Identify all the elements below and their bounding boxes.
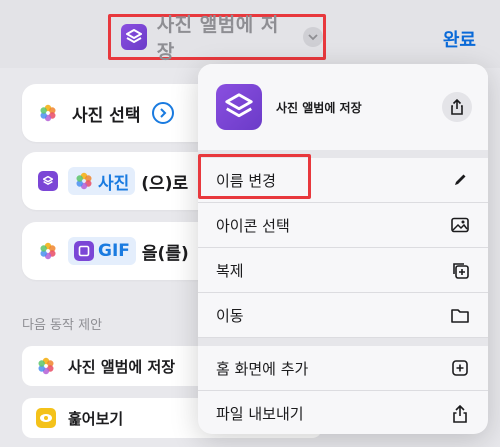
menu-header: 사진 앨범에 저장 (198, 64, 488, 150)
shortcuts-icon (38, 171, 58, 191)
share-icon (450, 404, 470, 424)
context-menu: 사진 앨범에 저장 이름 변경 아이콘 선택 복제 이동 홈 화면에 추가 파일… (198, 64, 488, 434)
photo-icon (450, 215, 470, 235)
suggestion-label: 훑어보기 (68, 409, 124, 428)
action-suffix: 을(를) (141, 243, 189, 264)
suggestions-heading: 다음 동작 제안 (22, 318, 103, 333)
eye-icon (36, 408, 56, 428)
folder-icon (450, 305, 470, 325)
arrow-right-icon[interactable] (152, 102, 175, 124)
shortcuts-icon (216, 84, 262, 130)
menu-divider (198, 338, 488, 346)
editor-header: 사진 앨범에 저장 완료 (0, 0, 500, 68)
rename-highlight (198, 154, 311, 199)
shortcut-title-button[interactable]: 사진 앨범에 저장 (108, 14, 326, 63)
gif-icon (74, 241, 94, 261)
photos-icon (40, 242, 56, 260)
chevron-down-icon (303, 27, 323, 47)
menu-item-label: 홈 화면에 추가 (216, 359, 309, 378)
menu-item-choose-icon[interactable]: 아이콘 선택 (198, 203, 488, 248)
done-button[interactable]: 완료 (443, 26, 476, 52)
photos-icon (40, 104, 56, 122)
menu-item-label: 복제 (216, 261, 244, 280)
menu-title: 사진 앨범에 저장 (276, 100, 362, 115)
variable-token-photos[interactable]: 사진 (68, 167, 136, 195)
shortcuts-icon (121, 24, 147, 50)
variable-token-gif[interactable]: GIF (68, 237, 136, 265)
shortcut-title: 사진 앨범에 저장 (156, 14, 279, 63)
menu-item-label: 이동 (216, 306, 244, 325)
variable-token-label: 사진 (98, 173, 130, 194)
menu-item-move[interactable]: 이동 (198, 293, 488, 338)
photos-icon (38, 357, 54, 375)
photos-icon (76, 172, 92, 190)
menu-item-add-to-home[interactable]: 홈 화면에 추가 (198, 346, 488, 391)
pencil-icon (450, 170, 470, 190)
action-suffix: (으)로 (141, 173, 189, 194)
menu-item-label: 아이콘 선택 (216, 216, 290, 235)
action-label: 사진 선택 (72, 105, 141, 126)
add-square-icon (450, 358, 470, 378)
suggestion-label: 사진 앨범에 저장 (68, 357, 176, 376)
menu-item-export-file[interactable]: 파일 내보내기 (198, 391, 488, 434)
menu-item-duplicate[interactable]: 복제 (198, 248, 488, 293)
variable-token-label: GIF (98, 241, 130, 261)
menu-item-label: 파일 내보내기 (216, 405, 304, 423)
duplicate-icon (450, 260, 470, 280)
share-button[interactable] (442, 92, 472, 122)
